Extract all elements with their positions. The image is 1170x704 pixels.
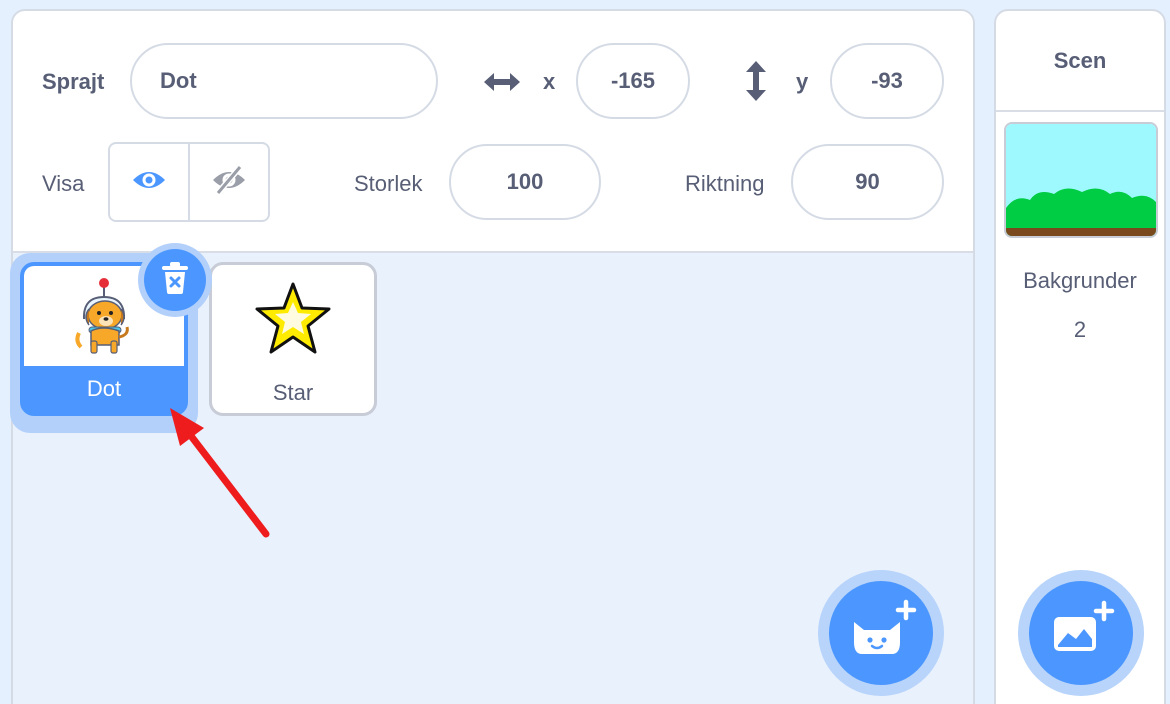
star-sprite-icon xyxy=(255,282,331,354)
trash-icon xyxy=(160,261,190,300)
image-plus-icon xyxy=(1046,599,1116,668)
dog-sprite-icon xyxy=(75,278,129,354)
vertical-arrows-icon xyxy=(741,59,771,103)
hide-button[interactable] xyxy=(188,144,268,220)
show-label: Visa xyxy=(42,171,85,196)
cat-plus-icon xyxy=(844,598,918,669)
eye-slash-icon xyxy=(210,164,248,201)
y-field[interactable]: -93 xyxy=(830,43,944,119)
backdrops-count: 2 xyxy=(1073,317,1087,342)
sprite-tile-star[interactable]: Star xyxy=(209,262,377,416)
x-field[interactable]: -165 xyxy=(576,43,690,119)
delete-sprite-button[interactable] xyxy=(144,249,206,311)
size-label: Storlek xyxy=(354,171,423,196)
show-button[interactable] xyxy=(110,144,188,220)
backdrops-label: Bakgrunder xyxy=(1023,268,1137,293)
backdrop-thumbnail[interactable] xyxy=(1004,122,1158,238)
sprite-name-field[interactable]: Dot xyxy=(130,43,438,119)
size-field[interactable]: 100 xyxy=(449,144,601,220)
x-label: x xyxy=(543,69,556,94)
direction-field[interactable]: 90 xyxy=(791,144,944,220)
add-backdrop-button[interactable] xyxy=(1029,581,1133,685)
sprite-name-dot: Dot xyxy=(86,376,122,401)
add-sprite-button[interactable] xyxy=(829,581,933,685)
direction-label: Riktning xyxy=(685,171,765,196)
stage-title[interactable]: Scen xyxy=(996,11,1164,112)
sprite-thumbnail-star xyxy=(212,265,374,373)
sprite-label: Sprajt xyxy=(42,69,105,94)
sprite-info-panel: Sprajt Dot x -165 y -93 Visa Storlek 100… xyxy=(13,11,973,253)
visibility-toggle xyxy=(108,142,270,222)
sprite-name-star: Star xyxy=(272,380,314,405)
eye-icon xyxy=(131,168,167,197)
y-label: y xyxy=(796,69,809,94)
horizontal-arrows-icon xyxy=(480,66,524,98)
